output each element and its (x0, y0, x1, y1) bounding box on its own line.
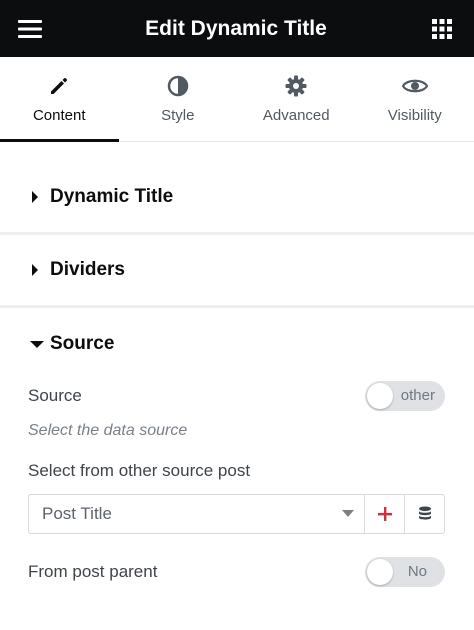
post-field-control: Post Title (0, 494, 474, 534)
hamburger-menu-button[interactable] (16, 15, 44, 43)
tab-visibility[interactable]: Visibility (356, 57, 474, 141)
section-source: Source Source other Select the data sour… (0, 308, 474, 588)
caret-right-icon (32, 191, 38, 203)
section-source-toggle[interactable]: Source (0, 308, 474, 380)
section-source-label: Source (50, 333, 115, 354)
source-toggle[interactable]: other (365, 381, 445, 411)
post-parent-label: From post parent (28, 562, 158, 581)
panel-header: Edit Dynamic Title (0, 0, 474, 57)
plus-icon (377, 507, 392, 521)
tab-visibility-label: Visibility (387, 106, 442, 124)
toggle-knob (367, 383, 393, 409)
grid-icon (431, 18, 452, 39)
eye-icon (401, 79, 428, 92)
tab-advanced-label: Advanced (262, 106, 330, 124)
tab-content[interactable]: Content (0, 57, 119, 142)
dropdown-arrow-icon (342, 510, 355, 517)
panel-title: Edit Dynamic Title (145, 16, 327, 40)
post-parent-toggle[interactable]: No (365, 557, 445, 587)
section-dynamic-title-label: Dynamic Title (50, 186, 174, 207)
post-field-value: Post Title (42, 504, 112, 523)
pencil-icon (51, 77, 68, 94)
section-dynamic-title: Dynamic Title (0, 162, 474, 235)
panel-tabs: Content Style Advanced Visibility (0, 57, 474, 142)
dynamic-tags-button[interactable] (405, 494, 446, 534)
tab-style-label: Style (161, 106, 195, 124)
section-dividers: Dividers (0, 235, 474, 308)
post-parent-toggle-text: No (407, 563, 427, 580)
toggle-knob (367, 559, 393, 585)
source-label: Source (28, 386, 82, 405)
caret-down-icon (30, 341, 44, 348)
tab-advanced[interactable]: Advanced (237, 57, 356, 141)
source-toggle-text: other (400, 387, 435, 404)
gear-icon (285, 75, 307, 96)
source-control: Source other (0, 380, 474, 412)
apps-grid-button[interactable] (428, 15, 456, 43)
half-circle-icon (167, 75, 188, 96)
database-icon (418, 506, 431, 520)
select-other-source-label: Select from other source post (28, 461, 251, 480)
source-description: Select the data source (28, 422, 188, 439)
post-parent-control: From post parent No (0, 556, 474, 588)
tab-content-label: Content (32, 106, 86, 124)
add-dynamic-button[interactable] (365, 494, 406, 534)
tab-style[interactable]: Style (119, 57, 238, 141)
section-dividers-toggle[interactable]: Dividers (0, 235, 474, 305)
section-dynamic-title-toggle[interactable]: Dynamic Title (0, 162, 474, 232)
hamburger-icon (18, 19, 42, 38)
section-dividers-label: Dividers (50, 259, 125, 280)
post-field-select[interactable]: Post Title (28, 494, 366, 534)
caret-right-icon (32, 264, 38, 276)
select-other-source-row: Select from other source post (0, 461, 474, 481)
